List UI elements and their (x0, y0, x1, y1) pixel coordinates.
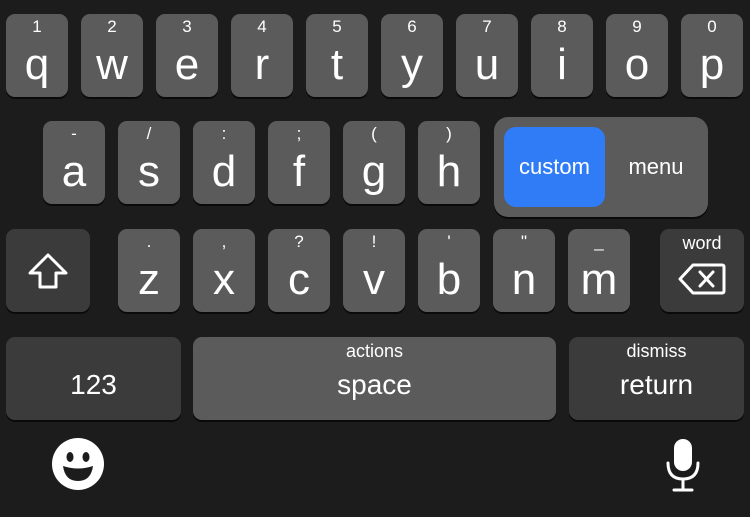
key-u[interactable]: 7 u (456, 14, 518, 97)
key-v[interactable]: ! v (343, 229, 405, 312)
key-m[interactable]: _ m (568, 229, 630, 312)
key-letter: p (699, 40, 725, 89)
key-hint: " (520, 232, 528, 251)
key-hint: ! (371, 232, 377, 251)
key-g[interactable]: ( g (343, 121, 405, 204)
key-hint: - (71, 124, 77, 143)
key-hint: 1 (32, 17, 42, 36)
delete-key[interactable]: word (660, 229, 744, 312)
key-letter: q (24, 40, 50, 89)
key-letter: h (436, 147, 462, 196)
key-hint: 8 (557, 17, 567, 36)
key-letter: u (474, 40, 500, 89)
key-r[interactable]: 4 r (231, 14, 293, 97)
key-q[interactable]: 1 q (6, 14, 68, 97)
key-hint: 7 (482, 17, 492, 36)
key-y[interactable]: 6 y (381, 14, 443, 97)
key-letter: b (436, 255, 462, 304)
key-popup-menu: custom menu (494, 117, 708, 217)
key-o[interactable]: 9 o (606, 14, 668, 97)
key-h[interactable]: ) h (418, 121, 480, 204)
numbers-key[interactable]: 123 (6, 337, 181, 420)
key-letter: o (624, 40, 650, 89)
key-hint: : (221, 124, 227, 143)
key-letter: e (174, 40, 200, 89)
shift-key[interactable] (6, 229, 90, 312)
return-key[interactable]: dismiss return (569, 337, 744, 420)
shift-icon (6, 229, 90, 312)
key-letter: a (61, 147, 87, 196)
microphone-icon[interactable] (660, 436, 706, 494)
key-z[interactable]: . z (118, 229, 180, 312)
popup-option-menu[interactable]: menu (608, 127, 704, 207)
key-f[interactable]: ; f (268, 121, 330, 204)
key-hint: / (146, 124, 152, 143)
key-letter: s (138, 147, 160, 196)
space-key[interactable]: actions space (193, 337, 556, 420)
key-letter: i (557, 40, 567, 89)
key-e[interactable]: 3 e (156, 14, 218, 97)
key-s[interactable]: / s (118, 121, 180, 204)
key-hint: ? (294, 232, 304, 251)
emoji-icon[interactable] (50, 436, 106, 492)
key-b[interactable]: ' b (418, 229, 480, 312)
key-letter: w (96, 40, 128, 89)
popup-option-custom[interactable]: custom (504, 127, 605, 207)
key-hint: 2 (107, 17, 117, 36)
key-hint: ' (447, 232, 451, 251)
key-d[interactable]: : d (193, 121, 255, 204)
key-hint: ) (446, 124, 452, 143)
key-letter: g (361, 147, 387, 196)
key-hint: 4 (257, 17, 267, 36)
space-label: space (337, 369, 412, 400)
key-letter: x (213, 255, 235, 304)
return-label: return (619, 369, 694, 400)
space-hint: actions (345, 341, 404, 361)
key-hint: 9 (632, 17, 642, 36)
key-n[interactable]: " n (493, 229, 555, 312)
key-letter: n (511, 255, 537, 304)
key-letter: v (363, 255, 385, 304)
key-letter: z (138, 255, 160, 304)
key-w[interactable]: 2 w (81, 14, 143, 97)
key-p[interactable]: 0 p (681, 14, 743, 97)
key-a[interactable]: - a (43, 121, 105, 204)
key-hint: 0 (707, 17, 717, 36)
key-hint: . (146, 232, 152, 251)
key-x[interactable]: , x (193, 229, 255, 312)
key-letter: d (211, 147, 237, 196)
key-hint: 3 (182, 17, 192, 36)
key-letter: r (254, 40, 270, 89)
key-letter: c (288, 255, 310, 304)
key-hint: , (221, 232, 227, 251)
backspace-icon (660, 251, 744, 307)
key-hint: 5 (332, 17, 342, 36)
key-hint: 6 (407, 17, 417, 36)
key-letter: y (401, 40, 423, 89)
key-i[interactable]: 8 i (531, 14, 593, 97)
key-letter: t (330, 40, 344, 89)
key-c[interactable]: ? c (268, 229, 330, 312)
keyboard: 1 q 2 w 3 e 4 r 5 t 6 y 7 u 8 i 9 o 0 p … (0, 0, 750, 517)
key-t[interactable]: 5 t (306, 14, 368, 97)
key-hint: ( (371, 124, 377, 143)
numbers-label: 123 (70, 369, 117, 400)
key-letter: f (292, 147, 306, 196)
key-hint: _ (594, 232, 604, 251)
key-letter: m (580, 255, 618, 304)
key-hint: ; (296, 124, 302, 143)
return-hint: dismiss (626, 341, 687, 361)
